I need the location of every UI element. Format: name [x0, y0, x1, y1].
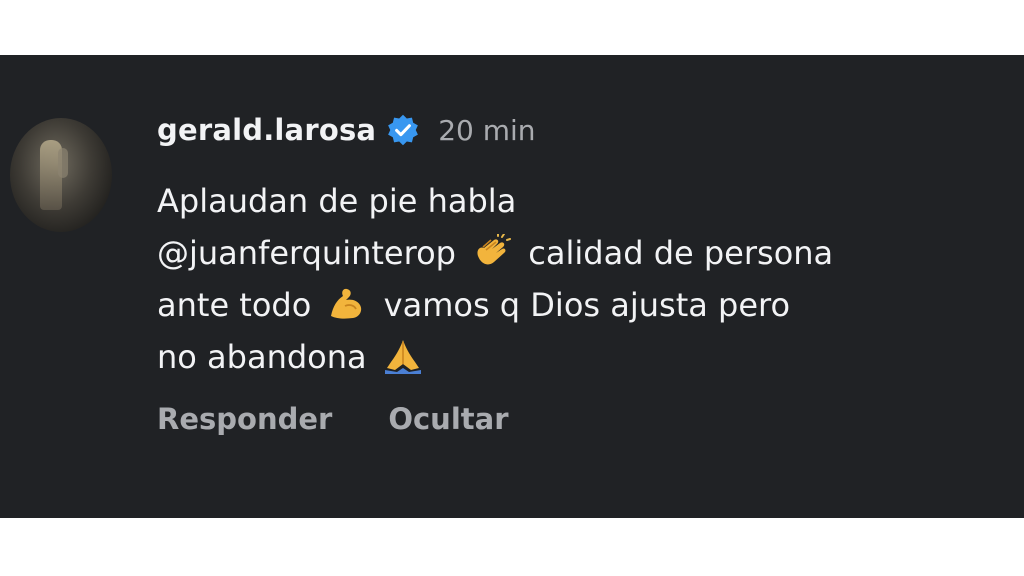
username[interactable]: gerald.larosa	[157, 113, 376, 147]
comment-text: Aplaudan de pie habla @juanferquinterop …	[157, 175, 1019, 383]
flexed-biceps-emoji	[331, 288, 362, 319]
comment-line-2: @juanferquinterop calidad de persona	[157, 227, 1019, 279]
comment-actions: Responder Ocultar	[157, 397, 509, 441]
comment-line-4: no abandona	[157, 331, 1019, 383]
hide-button[interactable]: Ocultar	[388, 402, 508, 436]
avatar-figure-detail	[58, 148, 68, 178]
comment-line-4-text: no abandona	[157, 338, 367, 376]
folded-hands-emoji	[384, 340, 421, 374]
reply-button[interactable]: Responder	[157, 402, 332, 436]
comment-line-2-text: calidad de persona	[528, 234, 834, 272]
comment-header: gerald.larosa 20 min	[157, 108, 536, 152]
verified-badge-icon	[388, 114, 419, 146]
comment-line-3-a: ante todo	[157, 286, 312, 324]
comment-timestamp: 20 min	[438, 113, 536, 147]
clapping-hands-emoji	[477, 234, 512, 265]
mention-link[interactable]: @juanferquinterop	[157, 234, 456, 272]
avatar[interactable]	[10, 118, 112, 232]
comment-line-3-b: vamos q Dios ajusta pero	[383, 286, 791, 324]
comment-line-1: Aplaudan de pie habla	[157, 182, 517, 220]
comment-line-3: ante todo vamos q Dios ajusta pero	[157, 279, 1019, 331]
